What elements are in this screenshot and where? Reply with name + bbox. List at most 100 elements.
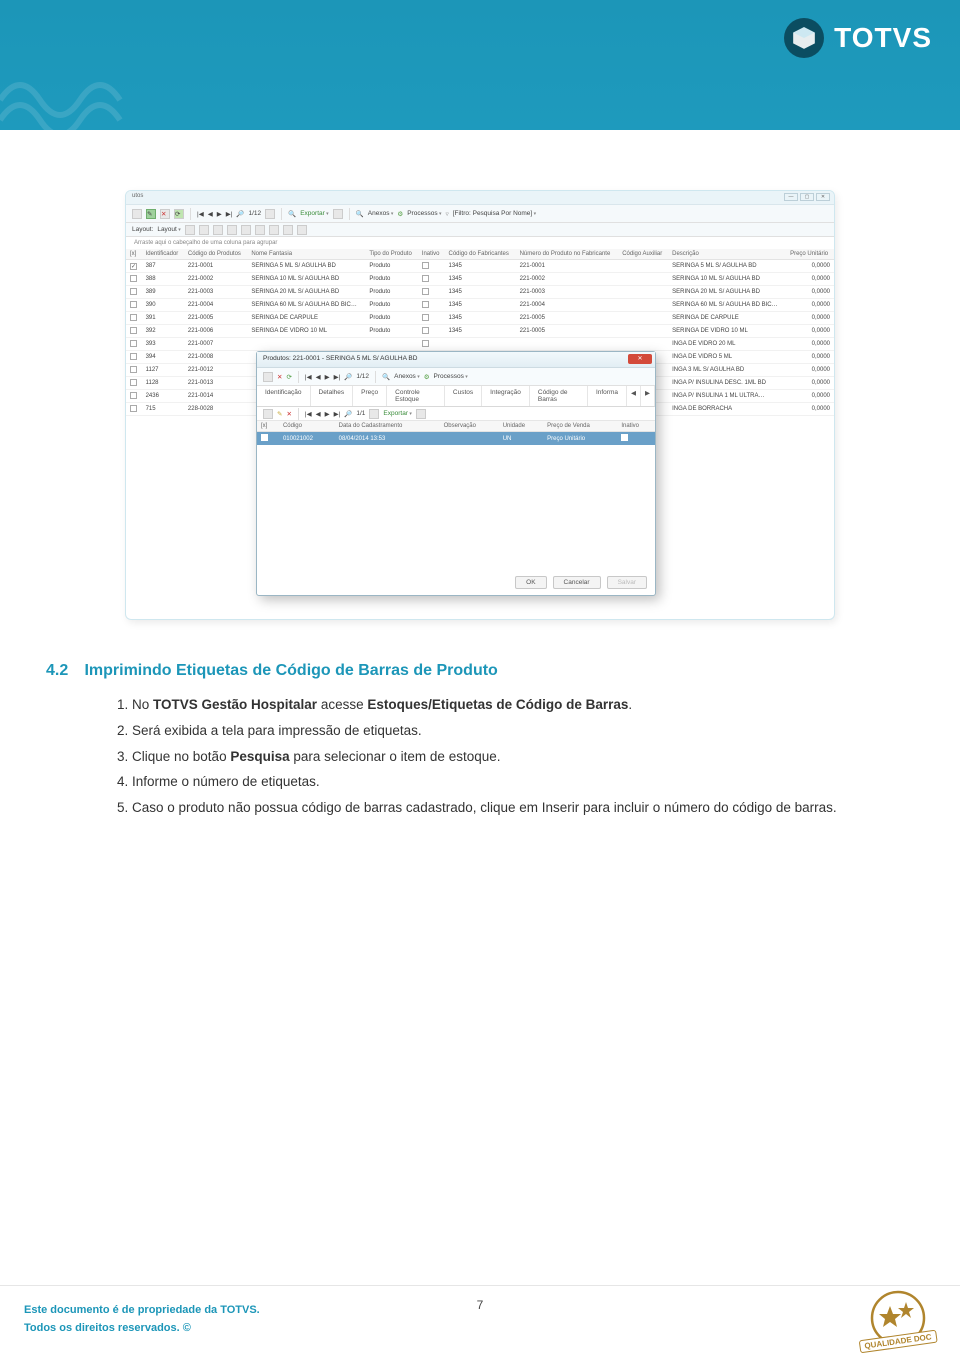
grid-col[interactable]: Descrição <box>668 249 786 260</box>
row-checkbox[interactable] <box>130 366 137 373</box>
grid-icon[interactable] <box>265 209 275 219</box>
grid-col[interactable]: Código do Produtos <box>184 249 247 260</box>
cancel-button[interactable]: Cancelar <box>553 576 601 589</box>
table-row[interactable]: 391221-0005SERINGA DE CARPULEProduto1345… <box>126 312 834 325</box>
row-checkbox[interactable] <box>130 353 137 360</box>
modal-tab[interactable]: Preço <box>353 386 387 406</box>
modal-sub-next-icon[interactable]: ▶ <box>325 410 330 418</box>
row-checkbox[interactable] <box>130 301 137 308</box>
search2-icon[interactable]: 🔍 <box>356 210 364 218</box>
modal-gear-icon[interactable]: ⚙ <box>424 373 430 381</box>
row-checkbox[interactable] <box>130 288 137 295</box>
modal-tab[interactable]: Informa <box>588 386 627 406</box>
modal-grid-col[interactable]: Unidade <box>499 421 543 432</box>
col-icon-3[interactable] <box>213 225 223 235</box>
table-row[interactable]: 388221-0002SERINGA 10 ML S/ AGULHA BDPro… <box>126 273 834 286</box>
nav-prev-icon[interactable]: ◀ <box>208 210 213 218</box>
modal-tab[interactable]: Controle Estoque <box>387 386 445 406</box>
modal-nav-next-icon[interactable]: ▶ <box>325 373 330 381</box>
edit-icon[interactable]: ✎ <box>146 209 156 219</box>
new-icon[interactable] <box>132 209 142 219</box>
export-excel-icon[interactable] <box>333 209 343 219</box>
process-icon[interactable]: ⚙ <box>397 210 403 218</box>
modal-tab[interactable]: Integração <box>482 386 530 406</box>
modal-close-button[interactable]: ✕ <box>628 354 652 364</box>
row-checkbox[interactable] <box>130 275 137 282</box>
modal-tab[interactable]: Código de Barras <box>530 386 588 406</box>
mrow-inactive-checkbox[interactable] <box>621 434 628 441</box>
table-row[interactable]: 392221-0006SERINGA DE VIDRO 10 MLProduto… <box>126 325 834 338</box>
modal-sub-delete-icon[interactable]: ✕ <box>286 410 291 418</box>
win-close-button[interactable]: ✕ <box>816 193 830 201</box>
nav-find-icon[interactable]: 🔎 <box>236 210 244 218</box>
grid-col[interactable]: Identificador <box>142 249 184 260</box>
filter-icon[interactable]: ▿ <box>445 210 448 218</box>
modal-delete-icon[interactable]: ✕ <box>277 373 282 381</box>
win-max-button[interactable]: ▢ <box>800 193 814 201</box>
inactive-checkbox[interactable] <box>422 327 429 334</box>
modal-nav-last-icon[interactable]: ▶| <box>334 373 341 381</box>
modal-tab[interactable]: Identificação <box>257 386 311 406</box>
inactive-checkbox[interactable] <box>422 301 429 308</box>
modal-grid-col[interactable]: Inativo <box>617 421 655 432</box>
table-row[interactable]: 390221-0004SERINGA 60 ML S/ AGULHA BD BI… <box>126 299 834 312</box>
modal-grid-col[interactable]: [x] <box>257 421 279 432</box>
grid-col[interactable]: [x] <box>126 249 142 260</box>
win-min-button[interactable]: — <box>784 193 798 201</box>
row-checkbox[interactable] <box>130 263 137 270</box>
nav-first-icon[interactable]: |◀ <box>197 210 204 218</box>
col-icon-7[interactable] <box>269 225 279 235</box>
refresh-icon[interactable]: ⟳ <box>174 209 184 219</box>
tab-scroll-icon[interactable]: ◀ <box>627 386 641 406</box>
processos-dropdown[interactable]: Processos <box>407 210 441 217</box>
col-icon-2[interactable] <box>199 225 209 235</box>
inactive-checkbox[interactable] <box>422 275 429 282</box>
col-icon-9[interactable] <box>297 225 307 235</box>
table-row[interactable]: 387221-0001SERINGA 5 ML S/ AGULHA BDProd… <box>126 260 834 273</box>
modal-sub-prev-icon[interactable]: ◀ <box>316 410 321 418</box>
modal-nav-prev-icon[interactable]: ◀ <box>316 373 321 381</box>
row-checkbox[interactable] <box>130 405 137 412</box>
mrow-checkbox[interactable] <box>261 434 268 441</box>
grid-col[interactable]: Inativo <box>418 249 445 260</box>
modal-tab[interactable]: Detalhes <box>311 386 354 406</box>
table-row[interactable]: 389221-0003SERINGA 20 ML S/ AGULHA BDPro… <box>126 286 834 299</box>
modal-new-icon[interactable] <box>263 372 273 382</box>
grid-col[interactable]: Tipo do Produto <box>365 249 417 260</box>
delete-icon[interactable]: ✕ <box>160 209 170 219</box>
modal-sub-find-icon[interactable]: 🔎 <box>344 410 352 418</box>
modal-sub-first-icon[interactable]: |◀ <box>305 410 312 418</box>
modal-sub-edit-icon[interactable]: ✎ <box>277 410 282 418</box>
anexos-dropdown[interactable]: Anexos <box>368 210 394 217</box>
row-checkbox[interactable] <box>130 340 137 347</box>
grid-col[interactable]: Nome Fantasia <box>247 249 365 260</box>
table-row[interactable]: 393221-0007INGA DE VIDRO 20 ML0,0000 <box>126 338 834 351</box>
nav-next-icon[interactable]: ▶ <box>217 210 222 218</box>
modal-refresh-icon[interactable]: ⟳ <box>286 373 291 381</box>
modal-anexos-dd[interactable]: Anexos <box>394 373 420 380</box>
col-icon-5[interactable] <box>241 225 251 235</box>
modal-sub-excel-icon[interactable] <box>416 409 426 419</box>
search-icon[interactable]: 🔍 <box>288 210 296 218</box>
modal-grid-row[interactable]: 01002100208/04/2014 13:53UNPreço Unitári… <box>257 432 655 446</box>
layout-dropdown[interactable]: Layout <box>157 226 180 233</box>
modal-find-icon[interactable]: 🔎 <box>344 373 352 381</box>
grid-col[interactable]: Número do Produto no Fabricante <box>516 249 619 260</box>
row-checkbox[interactable] <box>130 392 137 399</box>
row-checkbox[interactable] <box>130 314 137 321</box>
modal-grid-col[interactable]: Código <box>279 421 335 432</box>
export-dropdown[interactable]: Exportar <box>300 210 328 217</box>
grid-col[interactable]: Código Auxiliar <box>618 249 668 260</box>
tab-scroll-icon[interactable]: ▶ <box>641 386 655 406</box>
nav-last-icon[interactable]: ▶| <box>226 210 233 218</box>
modal-sub-export-dd[interactable]: Exportar <box>383 410 411 417</box>
modal-nav-first-icon[interactable]: |◀ <box>305 373 312 381</box>
filter-label[interactable]: [Filtro: Pesquisa Por Nome] <box>453 210 536 217</box>
modal-grid-col[interactable]: Data do Cadastramento <box>335 421 440 432</box>
col-icon-8[interactable] <box>283 225 293 235</box>
modal-sub-last-icon[interactable]: ▶| <box>334 410 341 418</box>
col-icon-1[interactable] <box>185 225 195 235</box>
modal-sub-new-icon[interactable] <box>263 409 273 419</box>
col-icon-6[interactable] <box>255 225 265 235</box>
modal-sub-grid-icon[interactable] <box>369 409 379 419</box>
